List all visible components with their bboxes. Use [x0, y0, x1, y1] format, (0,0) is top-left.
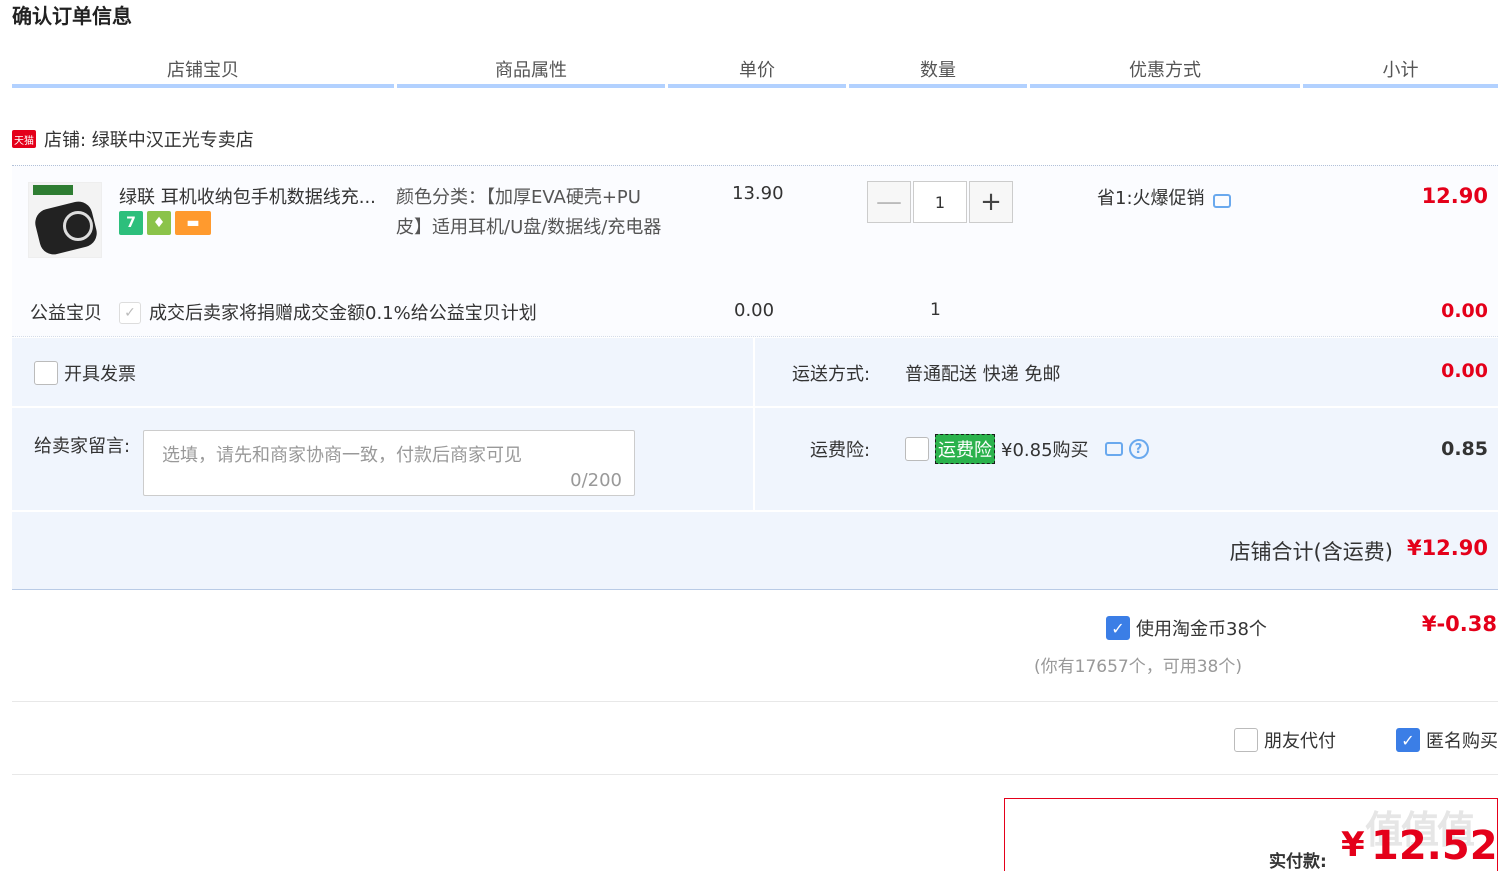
payment-amount: 12.52	[1371, 823, 1498, 869]
charity-subtotal: 0.00	[1441, 300, 1488, 322]
taojinbi-label: 使用淘金币38个	[1136, 619, 1267, 640]
tmall-icon: 天猫	[12, 130, 36, 148]
shop-total: 店铺合计(含运费) ¥12.90	[1230, 536, 1488, 566]
shipping-insurance-text: ¥0.85购买	[1001, 440, 1089, 461]
panel-divider	[12, 406, 1498, 408]
charity-text: 成交后卖家将捐赠成交金额0.1%给公益宝贝计划	[149, 303, 537, 324]
warranty-icon: ♦	[147, 211, 171, 235]
quantity-decrease-button[interactable]: —	[867, 181, 911, 223]
product-title[interactable]: 绿联 耳机收纳包手机数据线充...	[119, 183, 379, 209]
column-header-price: 单价	[668, 56, 846, 88]
seller-message-placeholder: 选填，请先和商家协商一致，付款后商家可见	[162, 445, 522, 466]
payment-currency: ¥	[1341, 825, 1365, 865]
product-thumbnail[interactable]	[28, 182, 102, 258]
charity-checkbox: ✓	[119, 302, 141, 324]
invoice-label: 开具发票	[64, 364, 136, 385]
taojinbi-checkbox[interactable]: ✓	[1106, 616, 1130, 640]
shipping-insurance-checkbox[interactable]	[905, 437, 929, 461]
order-item: 绿联 耳机收纳包手机数据线充... 7 ♦ ▬ 颜色分类：【加厚EVA硬壳+PU…	[12, 165, 1498, 337]
shop-row: 天猫 店铺: 绿联中汉正光专卖店	[12, 124, 254, 154]
seller-message-label: 给卖家留言:	[34, 436, 131, 457]
order-options-panel: 开具发票 运送方式: 普通配送 快递 免邮 0.00 给卖家留言: 选填，请先和…	[12, 338, 1498, 590]
taojinbi-option[interactable]: ✓ 使用淘金币38个	[1106, 615, 1267, 641]
quantity-increase-button[interactable]: +	[969, 181, 1013, 223]
seven-day-return-icon: 7	[119, 211, 143, 235]
unit-price: 13.90	[732, 183, 784, 204]
service-badges: 7 ♦ ▬	[119, 211, 211, 235]
section-divider	[12, 701, 1498, 702]
shipping-insurance-tag: 运费险	[935, 434, 995, 464]
discount-text: 省1:火爆促销	[1097, 188, 1205, 209]
column-header-discount: 优惠方式	[1030, 56, 1300, 88]
help-icon[interactable]: ?	[1128, 439, 1149, 459]
panel-divider	[12, 510, 1498, 512]
shipping-insurance-label: 运费险:	[810, 440, 871, 461]
payment-label: 实付款:	[1269, 852, 1327, 871]
credit-card-icon: ▬	[175, 211, 211, 235]
friend-pay-checkbox[interactable]	[1234, 728, 1258, 752]
seller-message-count: 0/200	[570, 470, 622, 491]
shipping-insurance-option: 运费险 ¥0.85购买 ?	[905, 434, 1149, 464]
chat-icon[interactable]	[1104, 442, 1123, 456]
taojinbi-discount: ¥-0.38	[1421, 612, 1497, 636]
anonymous-checkbox[interactable]: ✓	[1396, 728, 1420, 752]
column-header-attributes: 商品属性	[397, 56, 665, 88]
taojinbi-hint: (你有17657个，可用38个)	[1034, 657, 1242, 677]
thumbnail-cable-shape	[63, 211, 93, 241]
column-header-subtotal: 小计	[1303, 56, 1498, 88]
invoice-checkbox[interactable]	[34, 361, 58, 385]
friend-pay-label: 朋友代付	[1264, 731, 1336, 752]
section-divider	[12, 774, 1498, 775]
shipping-label: 运送方式:	[792, 364, 871, 385]
item-subtotal: 12.90	[1421, 184, 1488, 208]
discount-method: 省1:火爆促销	[1097, 184, 1231, 210]
product-attribute: 颜色分类：【加厚EVA硬壳+PU皮】适用耳机/U盘/数据线/充电器	[396, 187, 662, 238]
friend-pay-option[interactable]: 朋友代付	[1234, 727, 1336, 753]
chat-icon[interactable]	[1212, 194, 1231, 208]
quantity-stepper: — 1 +	[867, 181, 1013, 223]
shop-name[interactable]: 店铺: 绿联中汉正光专卖店	[44, 126, 254, 152]
shipping-method: 普通配送 快递 免邮	[905, 364, 1061, 385]
column-header-quantity: 数量	[849, 56, 1027, 88]
invoice-option[interactable]: 开具发票	[34, 360, 136, 386]
shipping-insurance-price: 0.85	[1441, 438, 1488, 460]
shipping-price: 0.00	[1441, 360, 1488, 382]
thumbnail-label-strip	[33, 185, 73, 195]
charity-label: 公益宝贝	[30, 303, 102, 324]
charity-quantity: 1	[930, 300, 941, 320]
anonymous-option[interactable]: ✓ 匿名购买	[1396, 727, 1498, 753]
page-title: 确认订单信息	[12, 4, 132, 28]
quantity-input[interactable]: 1	[913, 181, 967, 223]
panel-divider	[753, 338, 755, 510]
column-header-shop-item: 店铺宝贝	[12, 56, 394, 88]
shop-total-amount: ¥12.90	[1406, 536, 1488, 560]
anonymous-label: 匿名购买	[1426, 731, 1498, 752]
payment-summary: 值值值 实付款: ¥ 12.52	[1004, 798, 1498, 871]
shop-total-label: 店铺合计(含运费)	[1229, 540, 1393, 564]
seller-message-input[interactable]: 选填，请先和商家协商一致，付款后商家可见 0/200	[143, 430, 635, 496]
charity-price: 0.00	[734, 300, 775, 321]
